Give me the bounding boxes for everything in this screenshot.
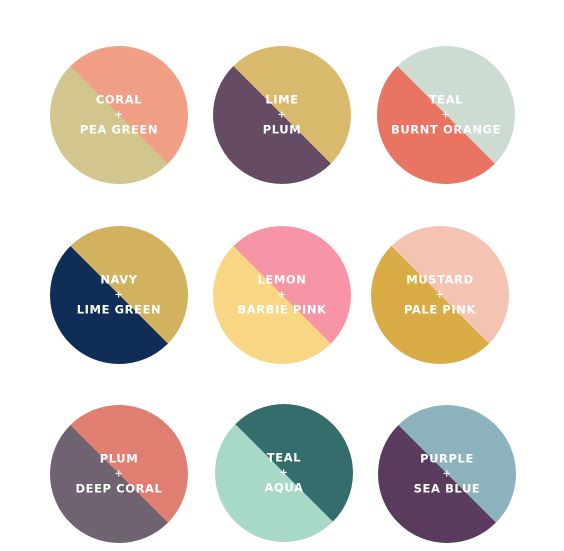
swatch-label: PLUM + DEEP CORAL [50,452,188,497]
swatch-lemon-barbie-pink: LEMON + BARBIE PINK [213,226,351,364]
swatch-mustard-pale-pink: MUSTARD + PALE PINK [371,226,509,364]
swatch-plum-deep-coral: PLUM + DEEP CORAL [50,405,188,543]
swatch-top-label: TEAL [266,450,302,465]
plus-sign: + [279,467,289,479]
swatch-bottom-label: BARBIE PINK [237,302,327,317]
swatch-bottom-label: SEA BLUE [413,481,481,496]
swatch-label: NAVY + LIME GREEN [50,273,188,318]
plus-sign: + [114,468,124,480]
plus-sign: + [435,289,445,301]
swatch-bottom-label: PALE PINK [403,302,477,317]
plus-sign: + [442,468,452,480]
swatch-label: LEMON + BARBIE PINK [213,273,351,318]
swatch-bottom-label: PEA GREEN [79,122,159,137]
swatch-bottom-label: DEEP CORAL [75,481,163,496]
swatch-top-label: LEMON [257,272,307,287]
swatch-bottom-label: PLUM [262,122,302,137]
plus-sign: + [277,109,287,121]
swatch-top-label: MUSTARD [406,272,474,287]
swatch-bottom-label: AQUA [264,480,304,495]
plus-sign: + [114,109,124,121]
swatch-label: PURPLE + SEA BLUE [378,452,516,497]
swatch-top-label: TEAL [428,92,464,107]
swatch-label: MUSTARD + PALE PINK [371,273,509,318]
plus-sign: + [277,289,287,301]
swatch-purple-sea-blue: PURPLE + SEA BLUE [378,405,516,543]
plus-sign: + [441,109,451,121]
swatch-coral-pea-green: CORAL + PEA GREEN [50,46,188,184]
swatch-top-label: PLUM [99,451,139,466]
swatch-label: CORAL + PEA GREEN [50,93,188,138]
swatch-lime-plum: LIME + PLUM [213,46,351,184]
swatch-bottom-label: LIME GREEN [76,302,162,317]
swatch-top-label: CORAL [95,92,143,107]
swatch-navy-lime-green: NAVY + LIME GREEN [50,226,188,364]
swatch-top-label: LIME [265,92,299,107]
swatch-label: LIME + PLUM [213,93,351,138]
swatch-teal-aqua: TEAL + AQUA [215,404,353,542]
swatch-bottom-label: BURNT ORANGE [390,122,502,137]
plus-sign: + [114,289,124,301]
swatch-label: TEAL + BURNT ORANGE [377,93,515,138]
swatch-top-label: NAVY [100,272,138,287]
swatch-label: TEAL + AQUA [215,451,353,496]
swatch-top-label: PURPLE [420,451,474,466]
swatch-teal-burnt-orange: TEAL + BURNT ORANGE [377,46,515,184]
